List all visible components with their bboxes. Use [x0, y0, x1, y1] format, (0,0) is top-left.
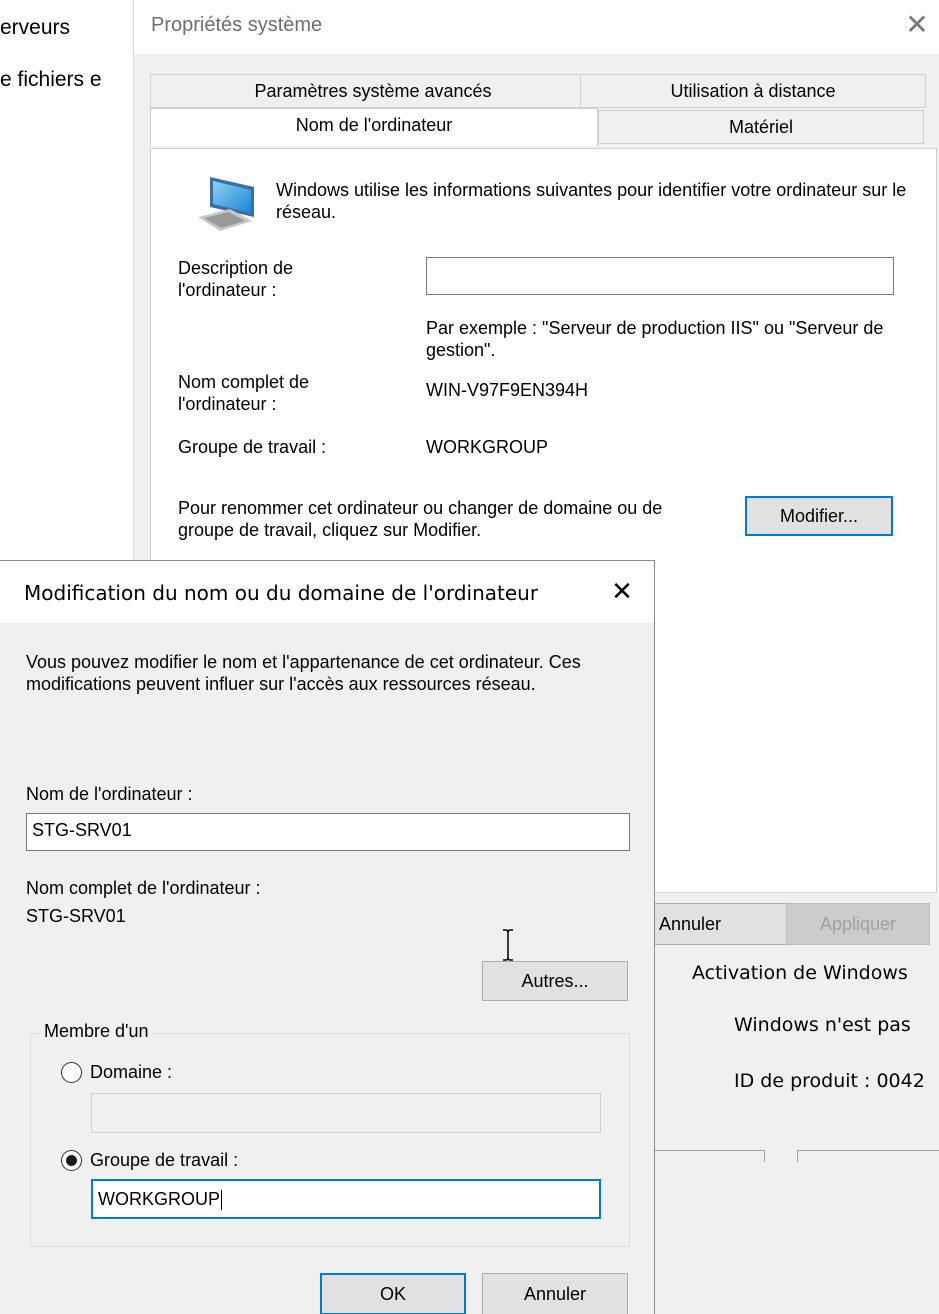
tab-remote[interactable]: Utilisation à distance [580, 74, 926, 108]
modify-button[interactable]: Modifier... [745, 496, 893, 536]
tab-computer-name[interactable]: Nom de l'ordinateur [150, 108, 598, 146]
activation-status: Windows n'est pas [734, 1014, 911, 1036]
close-icon[interactable]: ✕ [900, 8, 934, 42]
background-item-servers[interactable]: erveurs [0, 16, 70, 40]
others-button[interactable]: Autres... [482, 961, 628, 1001]
description-input[interactable] [426, 257, 894, 295]
dialog-fullname-value: STG-SRV01 [26, 906, 126, 926]
text-caret [221, 1190, 223, 1211]
workgroup-label: Groupe de travail : [178, 437, 327, 457]
description-label: Description de l'ordinateur : [178, 258, 294, 300]
activation-heading: Activation de Windows [692, 962, 908, 984]
close-icon[interactable]: ✕ [606, 575, 638, 607]
dialog-fullname-label: Nom complet de l'ordinateur : [26, 878, 261, 898]
frame-line [764, 1150, 765, 1162]
tab-advanced-settings[interactable]: Paramètres système avancés [150, 74, 596, 108]
frame-line [797, 1150, 798, 1162]
computer-name-input-value: STG-SRV01 [32, 820, 132, 840]
example-text: Par exemple : "Serveur de production IIS… [426, 318, 884, 360]
computer-name-input[interactable]: STG-SRV01 [26, 813, 630, 851]
workgroup-radio[interactable] [61, 1150, 82, 1171]
domain-input[interactable] [91, 1093, 601, 1133]
tab-hardware[interactable]: Matériel [598, 110, 924, 144]
computer-icon [198, 177, 254, 231]
rename-dialog-titlebar: Modification du nom ou du domaine de l'o… [0, 561, 654, 623]
intro-text: Windows utilise les informations suivant… [276, 180, 907, 222]
frame-line [797, 1150, 939, 1151]
dialog-cancel-button[interactable]: Annuler [482, 1273, 628, 1314]
fullname-label: Nom complet de l'ordinateur : [178, 372, 310, 414]
domain-label: Domaine : [90, 1062, 173, 1082]
ok-button[interactable]: OK [320, 1273, 466, 1314]
rename-dialog: Modification du nom ou du domaine de l'o… [0, 560, 655, 1314]
apply-button[interactable]: Appliquer [786, 903, 930, 945]
sysprops-cancel-button[interactable]: Annuler [654, 903, 798, 945]
system-properties-titlebar: Propriétés système ✕ [134, 0, 939, 54]
frame-line [654, 1150, 764, 1151]
rename-text: Pour renommer cet ordinateur ou changer … [178, 498, 663, 540]
text-cursor-icon [503, 929, 513, 961]
fullname-value: WIN-V97F9EN394H [426, 380, 589, 400]
domain-radio[interactable] [61, 1062, 82, 1083]
dialog-intro: Vous pouvez modifier le nom et l'apparte… [26, 652, 581, 694]
background-item-files[interactable]: e fichiers e [0, 68, 102, 92]
workgroup-value: WORKGROUP [426, 437, 549, 457]
window-title: Propriétés système [151, 14, 323, 36]
computer-name-label: Nom de l'ordinateur : [26, 784, 193, 804]
workgroup-input[interactable]: WORKGROUP [91, 1179, 601, 1219]
dialog-title: Modification du nom ou du domaine de l'o… [24, 581, 539, 605]
workgroup-input-value: WORKGROUP [98, 1189, 221, 1209]
dialog-workgroup-label: Groupe de travail : [90, 1150, 239, 1170]
background-app-panel: erveurs e fichiers e [0, 0, 134, 560]
membership-legend: Membre d'un [40, 1021, 153, 1042]
product-id: ID de produit : 0042 [734, 1070, 925, 1092]
